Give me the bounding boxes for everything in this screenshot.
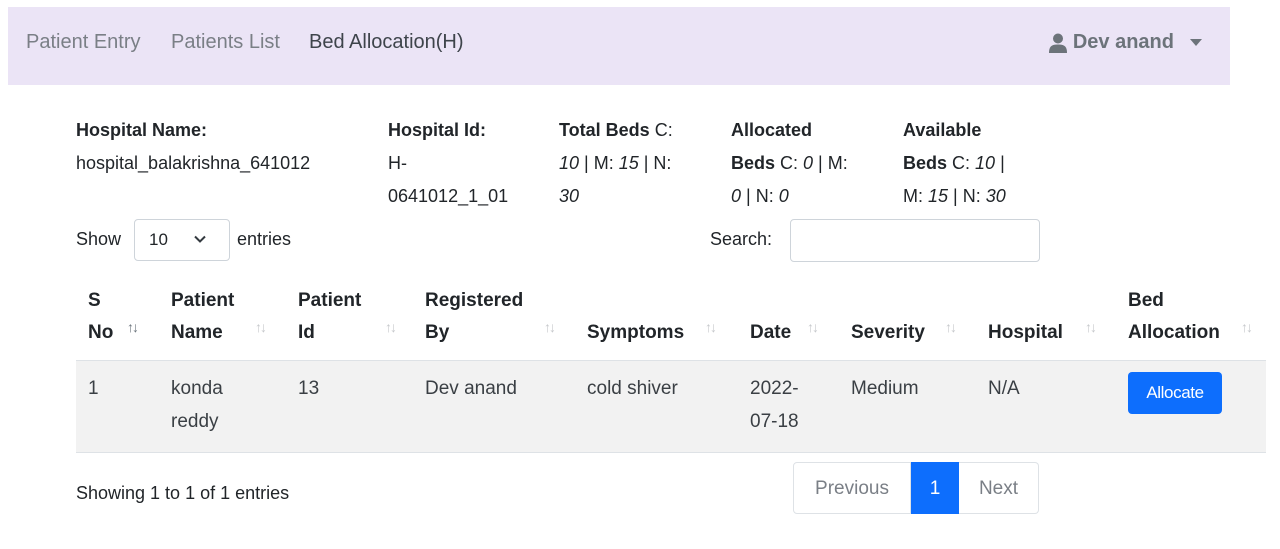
total-beds-block: Total Beds C: 10 | M: 15 | N: 30: [559, 120, 673, 206]
sort-icon[interactable]: ↑↓: [385, 319, 397, 335]
pagination: Previous 1 Next: [793, 462, 1039, 514]
chevron-down-icon: [194, 235, 206, 243]
top-navbar: Patient Entry Patients List Bed Allocati…: [8, 7, 1230, 85]
cell-patient-name: konda reddy: [171, 378, 223, 432]
user-name: Dev anand: [1072, 31, 1174, 53]
col-header-date[interactable]: Date: [750, 285, 791, 349]
available-beds-label-2: Beds: [903, 153, 948, 173]
available-beds-label: Available: [903, 120, 982, 140]
sort-icon[interactable]: ↑↓: [255, 319, 267, 335]
previous-button[interactable]: Previous: [793, 462, 911, 514]
hospital-name-value: hospital_balakrishna_641012: [76, 153, 311, 173]
col-header-severity[interactable]: Severity: [851, 285, 925, 349]
nav-link-bed-allocation[interactable]: Bed Allocation(H): [309, 31, 464, 54]
allocated-beds-m: 0: [731, 186, 742, 206]
hospital-name-label: Hospital Name:: [76, 120, 208, 140]
search-label: Search:: [710, 229, 773, 249]
sort-icon[interactable]: ↑↓: [705, 319, 717, 335]
cell-symptoms: cold shiver: [587, 378, 678, 399]
allocated-beds-label-2: Beds: [731, 153, 776, 173]
total-beds-label: Total Beds: [559, 120, 650, 140]
sort-icon[interactable]: ↑↓: [544, 319, 556, 335]
available-beds-n: 30: [985, 186, 1006, 206]
allocated-beds-block: Allocated Beds C: 0 | M: 0 | N: 0: [731, 120, 848, 206]
hospital-id-value-line2: 0641012_1_01: [388, 186, 509, 206]
sort-icon[interactable]: ↑↓: [1085, 319, 1097, 335]
cell-sno: 1: [88, 378, 99, 399]
cell-date: 2022- 07-18: [750, 378, 799, 432]
col-header-symptoms[interactable]: Symptoms: [587, 285, 684, 349]
hospital-id-label: Hospital Id:: [388, 120, 486, 140]
available-beds-c: 10: [975, 153, 996, 173]
sort-icon[interactable]: ↑↓: [807, 319, 819, 335]
allocate-button[interactable]: Allocate: [1128, 372, 1222, 414]
cell-hospital: N/A: [988, 378, 1020, 399]
cell-registered-by: Dev anand: [425, 378, 517, 399]
cell-severity: Medium: [851, 378, 919, 399]
allocated-beds-c: 0: [803, 153, 814, 173]
page-1-button[interactable]: 1: [911, 462, 959, 514]
total-beds-m: 15: [618, 153, 639, 173]
nav-link-patients-list[interactable]: Patients List: [171, 31, 280, 54]
allocated-beds-n: 0: [778, 186, 789, 206]
total-beds-n: 30: [559, 186, 580, 206]
user-icon: [1048, 33, 1067, 53]
user-menu-dropdown[interactable]: Dev anand: [1048, 31, 1202, 54]
page-size-select[interactable]: 10: [134, 219, 230, 261]
col-header-patient-name[interactable]: Patient Name: [171, 285, 234, 349]
next-button[interactable]: Next: [959, 462, 1039, 514]
hospital-id-block: Hospital Id: H- 0641012_1_01: [388, 114, 508, 213]
available-beds-m: 15: [928, 186, 949, 206]
col-header-hospital[interactable]: Hospital: [988, 285, 1063, 349]
col-header-registered-by[interactable]: Registered By: [425, 285, 523, 349]
hospital-id-value-line1: H-: [388, 153, 407, 173]
col-header-patient-id[interactable]: Patient Id: [298, 285, 361, 349]
showing-info: Showing 1 to 1 of 1 entries: [76, 483, 290, 503]
sort-asc-icon[interactable]: ↑↓: [127, 319, 139, 335]
allocated-beds-label: Allocated: [731, 120, 813, 140]
nav-link-patient-entry[interactable]: Patient Entry: [26, 31, 141, 54]
hospital-name-block: Hospital Name: hospital_balakrishna_6410…: [76, 114, 310, 180]
caret-down-icon: [1190, 39, 1202, 46]
page-size-value: 10: [149, 230, 168, 249]
search-input[interactable]: [790, 219, 1040, 262]
entries-label: entries: [237, 229, 292, 249]
show-label: Show: [76, 229, 122, 249]
sort-icon[interactable]: ↑↓: [1241, 319, 1253, 335]
sort-icon[interactable]: ↑↓: [945, 319, 957, 335]
cell-patient-id: 13: [298, 378, 320, 399]
total-beds-c: 10: [559, 153, 580, 173]
available-beds-block: Available Beds C: 10 | M: 15 | N: 30: [903, 120, 1006, 206]
col-header-sno[interactable]: S No: [88, 285, 113, 349]
col-header-bed-allocation[interactable]: Bed Allocation: [1128, 285, 1220, 349]
